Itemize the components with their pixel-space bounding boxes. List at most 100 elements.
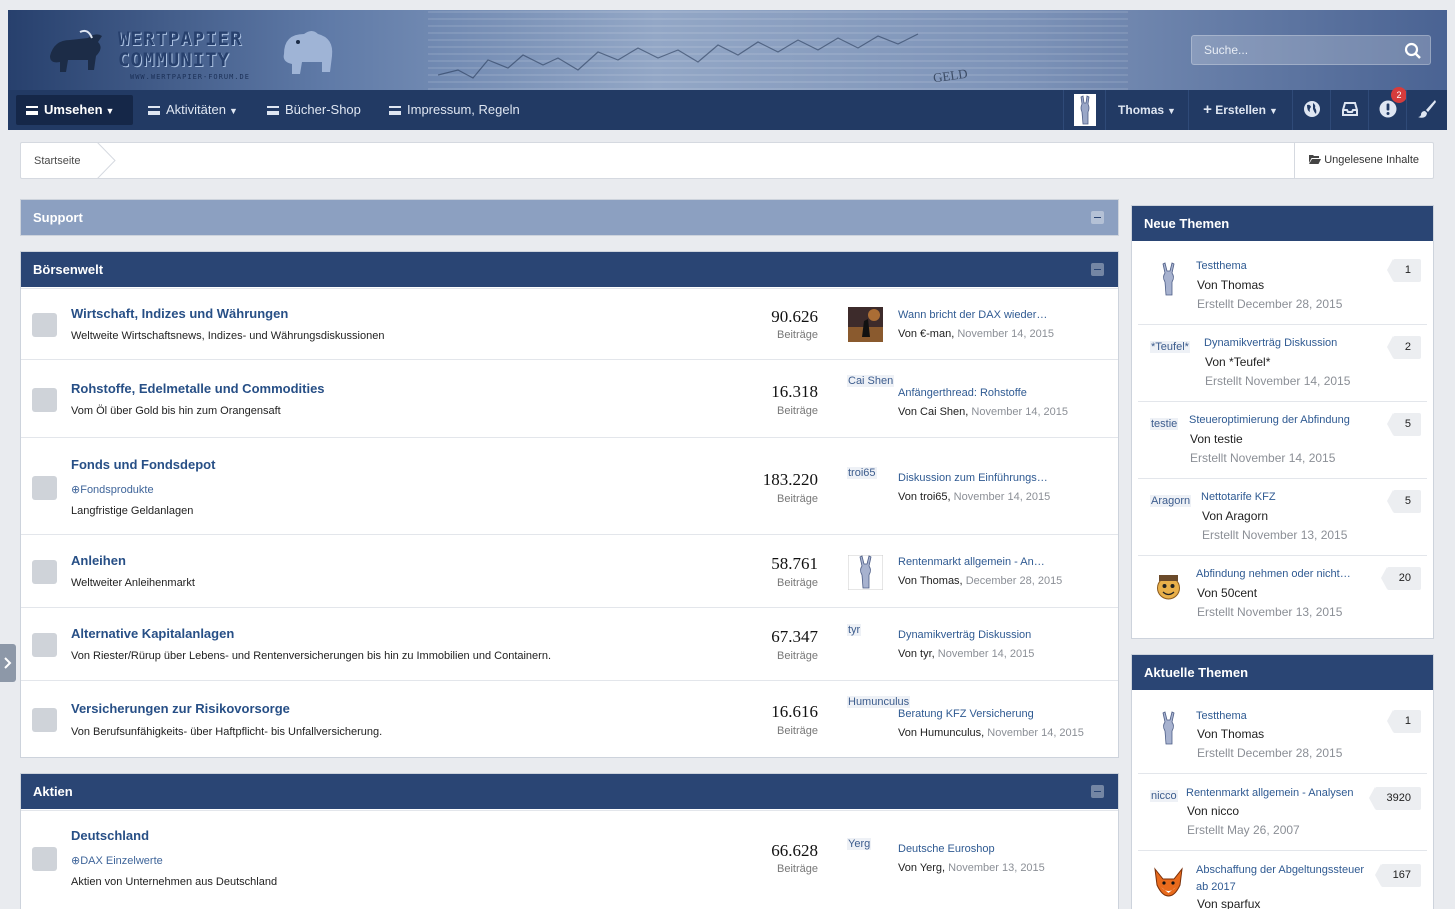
last-post-title[interactable]: Anfängerthread: Rohstoffe [898,387,1027,399]
search-icon[interactable] [1404,42,1422,60]
avatar-name[interactable]: Aragorn [1150,495,1192,507]
topic-item: nicco Rentenmarkt allgemein - Analysen V… [1138,774,1427,851]
last-post-title[interactable]: Diskussion zum Einführungs… [898,472,1048,484]
forum-status-icon [32,847,57,871]
last-post-title[interactable]: Dynamikverträg Diskussion [898,629,1031,641]
user-menu[interactable]: Thomas ▼ [1105,90,1188,130]
nav-item-buecher-shop[interactable]: Bücher-Shop [257,95,371,125]
avatar[interactable] [1151,865,1186,900]
forum-status-icon [32,708,57,732]
breadcrumb-home[interactable]: Startseite [34,155,80,167]
create-menu[interactable]: + Erstellen ▼ [1188,90,1292,130]
topic-author[interactable]: Von Thomas [1197,278,1264,292]
category-support: Support [20,199,1119,236]
avatar-name[interactable]: testie [1150,418,1179,430]
last-post-author[interactable]: Von Yerg, [898,862,945,874]
notifications-button[interactable]: 2 [1368,87,1407,130]
forum-title[interactable]: Anleihen [71,553,126,568]
collapse-toggle-icon[interactable] [1091,785,1104,798]
last-post-author[interactable]: Von troi65, [898,491,951,503]
last-post-author[interactable]: Von Humunculus, [898,727,984,739]
topic-author[interactable]: Von nicco [1187,804,1239,818]
forum-title[interactable]: Rohstoffe, Edelmetalle und Commodities [71,381,325,396]
forum-title[interactable]: Alternative Kapitalanlagen [71,626,234,641]
topic-author[interactable]: Von 50cent [1197,586,1257,600]
topic-date: Erstellt November 14, 2015 [1205,374,1351,388]
forum-title[interactable]: Wirtschaft, Indizes und Währungen [71,306,288,321]
topic-author[interactable]: Von Aragorn [1202,509,1268,523]
nav-item-label: Bücher-Shop [285,102,361,117]
last-post-title[interactable]: Deutsche Euroshop [898,843,995,855]
last-post-date: November 14, 2015 [953,491,1051,503]
caret-down-icon: ▼ [1268,106,1278,116]
avatar[interactable] [1151,711,1186,746]
subforum-link[interactable]: ⊕DAX Einzelwerte [71,854,163,867]
topic-title[interactable]: Rentenmarkt allgemein - Analysen [1186,785,1354,802]
topic-author[interactable]: Von sparfux [1197,897,1260,909]
topic-title[interactable]: Testthema [1196,258,1247,275]
menu-icon [148,106,160,115]
create-label: Erstellen [1215,103,1266,117]
avatar-name[interactable]: Yerg [847,838,872,850]
last-post-author[interactable]: Von Cai Shen, [898,406,968,418]
topic-title[interactable]: Testthema [1196,708,1247,725]
category-header[interactable]: Support [21,200,1118,235]
avatar[interactable] [1151,570,1186,605]
nav-item-umsehen[interactable]: Umsehen ▼ [16,95,133,125]
unread-content-label: Ungelesene Inhalte [1324,154,1419,166]
theme-button[interactable] [1406,90,1447,130]
category-title: Support [33,210,83,225]
last-post-author[interactable]: Von Thomas, [898,575,963,587]
topic-date: Erstellt November 13, 2015 [1197,605,1343,619]
avatar[interactable] [1151,262,1186,297]
folder-open-icon [1309,155,1322,164]
last-post-date: November 14, 2015 [987,727,1084,739]
expand-toggle-icon[interactable] [1091,211,1104,224]
reply-count: 1 [1386,710,1421,733]
topic-item: Aragorn Nettotarife KFZ Von Aragorn Erst… [1138,479,1427,556]
menu-icon [26,106,38,115]
forum-title[interactable]: Deutschland [71,828,149,843]
avatar-name[interactable]: Cai Shen [847,375,895,387]
nav-item-impressum[interactable]: Impressum, Regeln [379,95,530,125]
last-post-title[interactable]: Rentenmarkt allgemein - An… [898,556,1045,568]
last-post-title[interactable]: Wann bricht der DAX wieder… [898,309,1047,321]
topic-author[interactable]: Von testie [1190,432,1243,446]
avatar[interactable] [848,555,883,590]
topic-author[interactable]: Von Thomas [1197,727,1264,741]
topic-title[interactable]: Dynamikverträg Diskussion [1204,335,1337,352]
topic-title[interactable]: Nettotarife KFZ [1201,489,1276,506]
topic-author[interactable]: Von *Teufel* [1205,355,1270,369]
avatar[interactable] [848,307,883,342]
search-input[interactable] [1192,36,1392,64]
avatar-name[interactable]: troi65 [847,467,877,479]
category-header[interactable]: Aktien [21,774,1118,809]
last-post-title[interactable]: Beratung KFZ Versicherung [898,708,1034,720]
unread-content-link[interactable]: Ungelesene Inhalte [1294,143,1433,178]
avatar-name[interactable]: *Teufel* [1150,341,1190,353]
inbox-icon [1341,102,1358,116]
topic-title[interactable]: Steueroptimierung der Abfindung [1189,412,1350,429]
sidebar-drawer-toggle[interactable] [0,644,16,682]
avatar-name[interactable]: Humunculus [847,696,911,708]
topic-title[interactable]: Abschaffung der Abgeltungssteuer ab 2017 [1196,862,1376,896]
last-post-author[interactable]: Von tyr, [898,648,935,660]
search-box[interactable] [1191,35,1431,65]
forum-title[interactable]: Versicherungen zur Risikovorsorge [71,701,290,716]
inbox-button[interactable] [1330,90,1368,130]
globe-button[interactable] [1292,90,1330,130]
last-post-author[interactable]: Von €-man, [898,328,954,340]
user-avatar-button[interactable] [1063,90,1105,130]
subforum-link[interactable]: ⊕Fondsprodukte [71,483,154,496]
last-post-meta: Von tyr, November 14, 2015 [898,648,1034,660]
subforum-icon: ⊕ [71,855,81,867]
topic-title[interactable]: Abfindung nehmen oder nicht… [1196,566,1351,583]
collapse-toggle-icon[interactable] [1091,263,1104,276]
nav-item-aktivitaeten[interactable]: Aktivitäten ▼ [138,95,248,125]
forum-title[interactable]: Fonds und Fondsdepot [71,457,215,472]
site-logo[interactable]: WERTPAPIER COMMUNITY WWW.WERTPAPIER-FORU… [44,26,344,86]
category-header[interactable]: Börsenwelt [21,252,1118,287]
avatar-name[interactable]: nicco [1150,790,1178,802]
last-post-meta: Von Yerg, November 13, 2015 [898,862,1045,874]
avatar-name[interactable]: tyr [847,624,862,636]
